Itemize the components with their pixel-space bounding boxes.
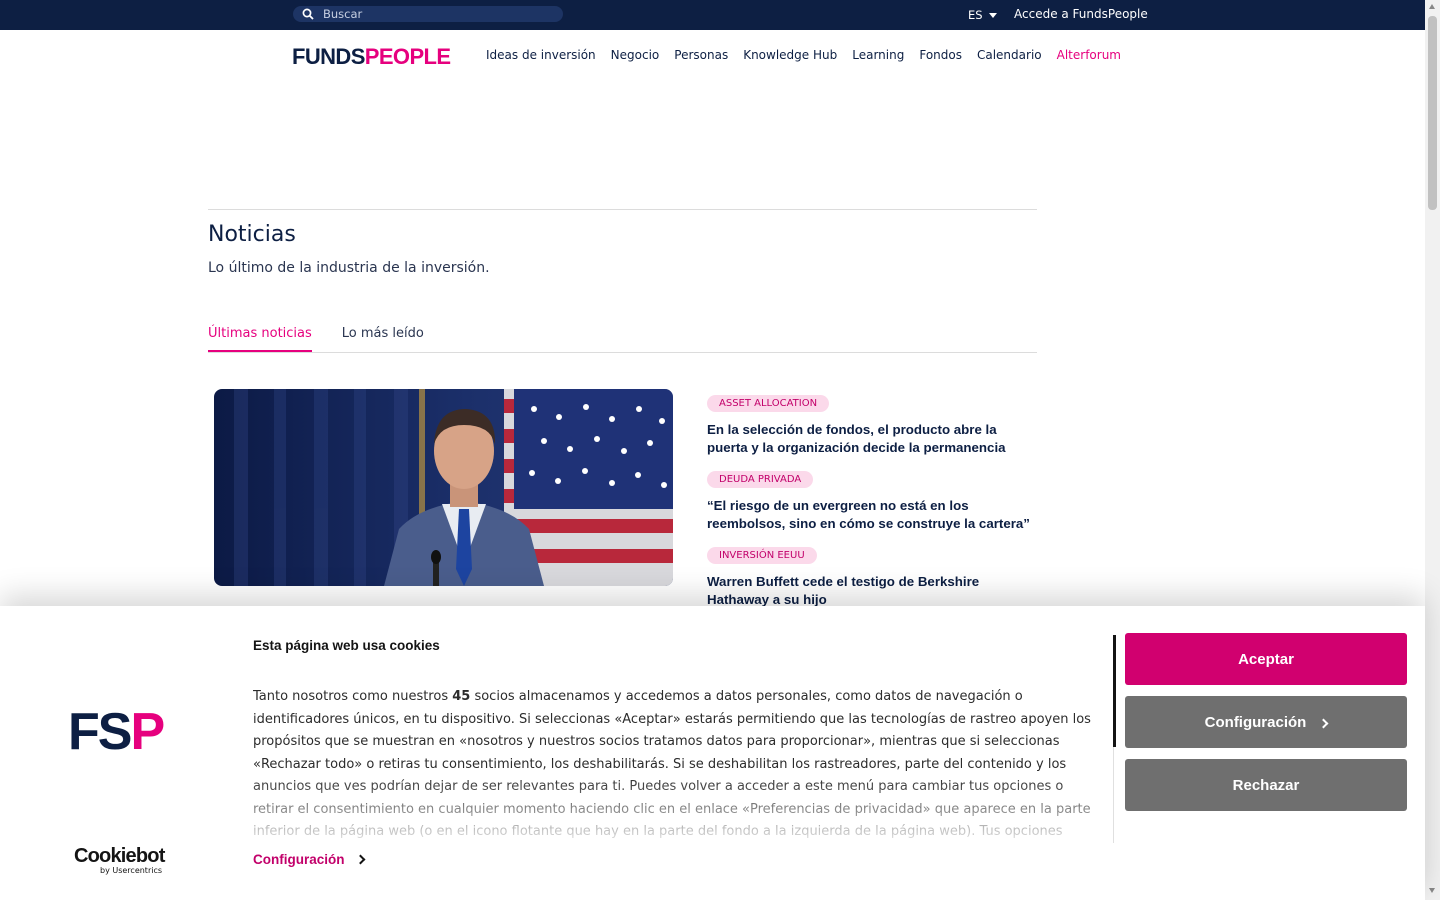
article-title[interactable]: En la selección de fondos, el producto a… bbox=[707, 421, 1039, 457]
tab-most-read[interactable]: Lo más leído bbox=[342, 326, 424, 353]
cookie-title: Esta página web usa cookies bbox=[253, 638, 440, 653]
nav-item-alterforum[interactable]: Alterforum bbox=[1057, 48, 1121, 62]
cookiebot-byline: by Usercentrics bbox=[100, 866, 163, 875]
scroll-down-icon[interactable] bbox=[1429, 888, 1435, 893]
fsp-logo: FSP bbox=[68, 702, 165, 762]
cookiebot-brand: Cookiebot bbox=[74, 845, 165, 867]
nav-item-personas[interactable]: Personas bbox=[674, 48, 728, 62]
article-title[interactable]: “El riesgo de un evergreen no está en lo… bbox=[707, 497, 1039, 533]
scroll-up-icon[interactable] bbox=[1429, 4, 1435, 9]
chevron-right-icon bbox=[1318, 718, 1329, 728]
featured-article-image[interactable] bbox=[214, 389, 673, 586]
section-divider bbox=[208, 209, 1037, 210]
fsp-logo-text-accent: P bbox=[130, 703, 165, 761]
text-fade bbox=[253, 776, 1098, 846]
search-input[interactable] bbox=[323, 7, 543, 21]
cookie-scroll-track[interactable] bbox=[1113, 747, 1114, 843]
language-selector[interactable]: ES bbox=[968, 8, 997, 22]
chevron-down-icon bbox=[988, 12, 997, 18]
nav-item-learning[interactable]: Learning bbox=[852, 48, 904, 62]
logo-text-funds: FUNDS bbox=[292, 44, 365, 69]
main-nav: Ideas de inversión Negocio Personas Know… bbox=[486, 48, 1121, 62]
accept-label: Aceptar bbox=[1238, 650, 1294, 668]
configure-label: Configuración bbox=[1204, 713, 1307, 731]
site-logo[interactable]: FUNDSPEOPLE bbox=[292, 44, 451, 70]
nav-item-ideas[interactable]: Ideas de inversión bbox=[486, 48, 596, 62]
cookie-config-link[interactable]: Configuración bbox=[253, 852, 365, 867]
category-tag[interactable]: ASSET ALLOCATION bbox=[707, 395, 830, 412]
reject-label: Rechazar bbox=[1232, 776, 1300, 794]
logo-text-people: PEOPLE bbox=[364, 44, 451, 69]
language-label: ES bbox=[968, 8, 983, 22]
partners-count: 45 bbox=[452, 689, 471, 704]
nav-item-calendario[interactable]: Calendario bbox=[977, 48, 1042, 62]
article-list: ASSET ALLOCATION En la selección de fond… bbox=[707, 391, 1039, 619]
page-scrollbar[interactable] bbox=[1425, 0, 1440, 900]
article-title[interactable]: Warren Buffett cede el testigo de Berksh… bbox=[707, 573, 1039, 609]
reject-button[interactable]: Rechazar bbox=[1125, 759, 1407, 811]
page-subtitle: Lo último de la industria de la inversió… bbox=[208, 260, 490, 276]
fsp-logo-text: FS bbox=[68, 703, 132, 761]
scrollbar-thumb[interactable] bbox=[1428, 16, 1437, 210]
configure-button[interactable]: Configuración bbox=[1125, 696, 1407, 748]
page-title: Noticias bbox=[208, 222, 296, 247]
list-item[interactable]: ASSET ALLOCATION En la selección de fond… bbox=[707, 391, 1039, 457]
nav-item-negocio[interactable]: Negocio bbox=[611, 48, 660, 62]
cookie-config-label: Configuración bbox=[253, 852, 345, 867]
cookie-text-part: Tanto nosotros como nuestros bbox=[253, 689, 453, 704]
login-link[interactable]: Accede a FundsPeople bbox=[1014, 7, 1148, 21]
search-box[interactable] bbox=[293, 6, 563, 22]
chevron-right-icon bbox=[355, 854, 365, 865]
news-tabs: Últimas noticias Lo más leído bbox=[208, 326, 424, 353]
cookie-scroll-thumb[interactable] bbox=[1113, 635, 1116, 747]
list-item[interactable]: INVERSIÓN EEUU Warren Buffett cede el te… bbox=[707, 543, 1039, 609]
nav-item-fondos[interactable]: Fondos bbox=[919, 48, 962, 62]
category-tag[interactable]: DEUDA PRIVADA bbox=[707, 471, 814, 488]
accept-button[interactable]: Aceptar bbox=[1125, 633, 1407, 685]
top-bar: ES Accede a FundsPeople bbox=[0, 0, 1425, 30]
nav-item-knowledge-hub[interactable]: Knowledge Hub bbox=[743, 48, 837, 62]
cookie-banner: FSP Cookiebot by Usercentrics Esta págin… bbox=[0, 606, 1425, 900]
tabs-divider bbox=[208, 352, 1037, 353]
list-item[interactable]: DEUDA PRIVADA “El riesgo de un evergreen… bbox=[707, 467, 1039, 533]
search-icon bbox=[302, 5, 314, 24]
category-tag[interactable]: INVERSIÓN EEUU bbox=[707, 547, 817, 564]
cookiebot-logo[interactable]: Cookiebot by Usercentrics bbox=[74, 846, 165, 875]
tab-latest-news[interactable]: Últimas noticias bbox=[208, 326, 312, 353]
